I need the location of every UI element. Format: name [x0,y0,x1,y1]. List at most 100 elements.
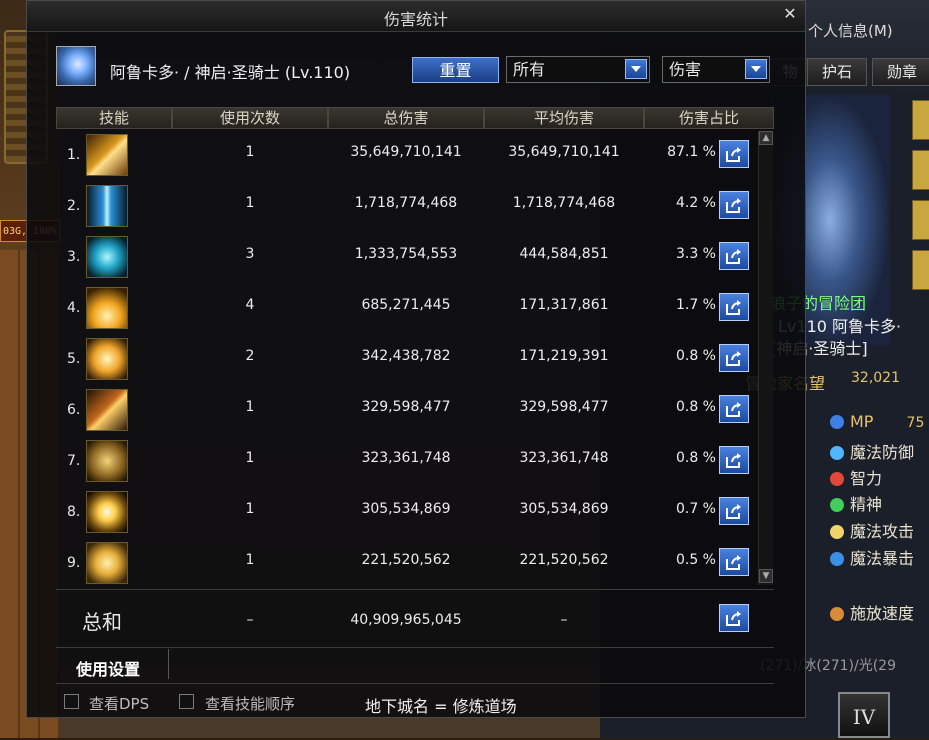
title-bar[interactable]: 伤害统计 ✕ [27,1,805,32]
stat-label: 魔法攻击 [850,522,915,541]
dungeon-name: 地下城名 = 修炼道场 [365,697,517,716]
damage-share: 3.3 % [675,246,716,262]
cast-speed-icon [830,607,844,621]
share-icon [726,198,741,213]
stat-label: 智力 [850,469,883,488]
total-count: – [246,612,254,628]
share-icon [726,249,741,264]
filter-select-type-value: 伤害 [669,60,702,79]
view-dps-checkbox[interactable] [64,694,79,709]
table-row: 1. 1 35,649,710,141 35,649,710,141 87.1 … [56,131,774,181]
row-number: 2. [67,198,81,214]
holy-rune-skill-icon[interactable] [86,440,128,482]
total-row: 总和 – 40,909,965,045 – [56,596,774,646]
equipment-slot[interactable] [912,100,929,140]
table-row: 4. 4 685,271,445 171,317,861 1.7 % [56,284,774,334]
average-damage: 305,534,869 [519,501,609,517]
divider [56,647,774,648]
header-avg-damage[interactable]: 平均伤害 [484,107,644,129]
use-count: 1 [245,501,255,517]
equipment-slot[interactable] [912,200,929,240]
export-total-button[interactable] [719,604,749,632]
header-total-damage[interactable]: 总伤害 [328,107,484,129]
stat-magic-attack: 魔法攻击 [830,518,914,542]
export-row-button[interactable] [719,344,749,372]
filter-select-type[interactable]: 伤害 [662,56,770,83]
ice-pillar-skill-icon[interactable] [86,185,128,227]
stat-magic-crit: 魔法暴击 [830,545,914,569]
mp-icon [830,415,844,429]
header-use-count[interactable]: 使用次数 [172,107,328,129]
fire-strike-skill-icon[interactable] [86,389,128,431]
row-number: 7. [67,453,81,469]
average-damage: 323,361,748 [519,450,609,466]
divider [56,589,774,590]
lightning-slash-skill-icon[interactable] [86,134,128,176]
equipment-slot[interactable] [912,250,929,290]
holy-cross-skill-icon[interactable] [86,338,128,380]
equipment-slot[interactable] [912,150,929,190]
export-row-button[interactable] [719,242,749,270]
scroll-up-icon[interactable]: ▲ [759,131,773,145]
magic-defense-icon [830,446,844,460]
stat-label: 魔法暴击 [850,549,915,568]
export-row-button[interactable] [719,293,749,321]
close-button[interactable]: ✕ [781,5,799,23]
usage-settings-tab[interactable]: 使用设置 [76,656,140,680]
export-row-button[interactable] [719,446,749,474]
table-row: 5. 2 342,438,782 171,219,391 0.8 % [56,335,774,385]
total-damage: 1,333,754,553 [354,246,458,262]
tab-amulet[interactable]: 护石 [807,58,867,86]
average-damage: 171,317,861 [519,297,609,313]
total-damage: 35,649,710,141 [350,144,462,160]
average-damage: 35,649,710,141 [508,144,620,160]
stat-mp: MP 75 [830,412,924,431]
share-icon [726,453,741,468]
export-row-button[interactable] [719,497,749,525]
filter-select-all[interactable]: 所有 [506,56,650,83]
stat-label: 魔法防御 [850,443,915,462]
header-skill[interactable]: 技能 [56,107,172,129]
sun-burst-skill-icon[interactable] [86,491,128,533]
divider [56,683,774,684]
row-number: 6. [67,402,81,418]
light-emblem-skill-icon[interactable] [86,542,128,584]
info-panel-title: 个人信息(M) [808,22,893,40]
export-row-button[interactable] [719,191,749,219]
window-title: 伤害统计 [383,10,448,29]
stat-intelligence: 智力 [830,465,882,489]
character-name: 阿鲁卡多· / 神启·圣骑士 (Lv.110) [110,63,351,82]
reset-button[interactable]: 重置 [412,57,499,83]
scroll-down-icon[interactable]: ▼ [759,569,773,583]
damage-share: 0.7 % [675,501,716,517]
use-count: 2 [245,348,255,364]
cyan-beam-skill-icon[interactable] [86,236,128,278]
table-row: 2. 1 1,718,774,468 1,718,774,468 4.2 % [56,182,774,232]
average-damage: 1,718,774,468 [512,195,616,211]
total-damage: 1,718,774,468 [354,195,458,211]
average-damage: 171,219,391 [519,348,609,364]
stat-cast-speed: 施放速度 [830,600,914,624]
use-count: 4 [245,297,255,313]
damage-share: 0.8 % [675,348,716,364]
total-damage: 305,534,869 [361,501,451,517]
scrollbar[interactable]: ▲ ▼ [758,131,773,585]
damage-share: 0.8 % [675,450,716,466]
table-row: 8. 1 305,534,869 305,534,869 0.7 % [56,488,774,538]
tab-medal[interactable]: 勋章 [872,58,929,86]
chevron-down-icon [745,59,767,79]
export-row-button[interactable] [719,140,749,168]
export-row-button[interactable] [719,395,749,423]
damage-share: 1.7 % [675,297,716,313]
total-avg: – [560,612,568,628]
golden-burst-skill-icon[interactable] [86,287,128,329]
total-label: 总和 [82,610,122,634]
share-icon [726,611,741,626]
header-damage-share[interactable]: 伤害占比 [644,107,774,129]
total-damage: 685,271,445 [361,297,451,313]
view-skill-order-checkbox[interactable] [179,694,194,709]
row-number: 1. [67,147,81,163]
export-row-button[interactable] [719,548,749,576]
filter-select-all-value: 所有 [513,60,546,79]
total-damage: 40,909,965,045 [350,612,462,628]
